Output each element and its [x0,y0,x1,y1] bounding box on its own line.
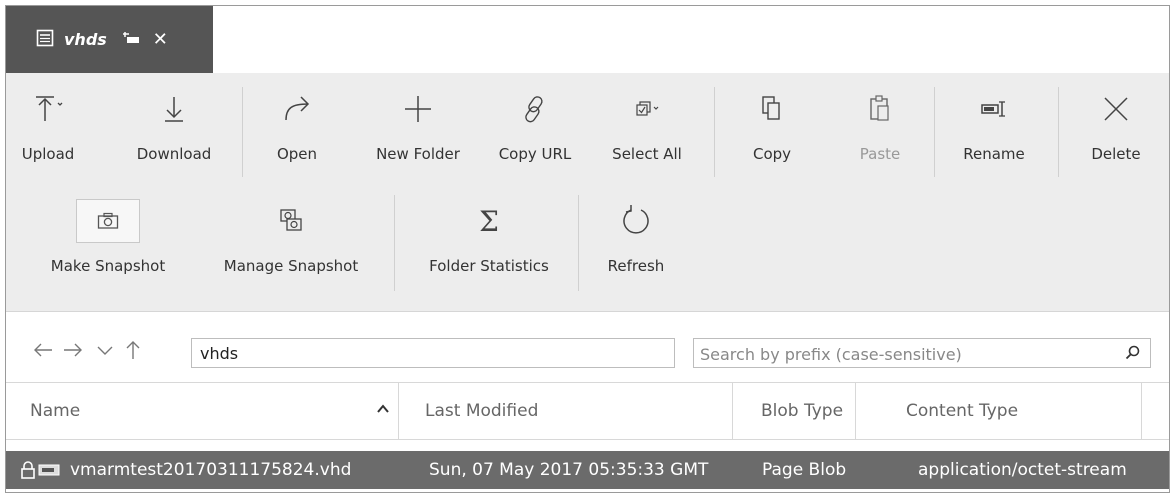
table-row[interactable]: vmarmtest20170311175824.vhd Sun, 07 May … [6,451,1169,489]
search-box[interactable] [693,338,1151,369]
refresh-icon [619,199,653,243]
copy-url-button[interactable]: Copy URL [490,87,580,163]
manage-snapshot-label: Manage Snapshot [223,257,359,275]
make-snapshot-button[interactable]: Make Snapshot [38,199,178,275]
tab-vhds[interactable]: vhds ✕ [6,6,213,73]
rename-button[interactable]: Rename [956,87,1032,163]
refresh-button[interactable]: Refresh [598,199,674,275]
download-icon [159,87,189,131]
close-tab-icon[interactable]: ✕ [153,29,168,50]
blob-name: vmarmtest20170311175824.vhd [70,460,352,480]
column-header-name[interactable]: Name [6,383,398,439]
blob-last-modified: Sun, 07 May 2017 05:35:33 GMT [429,460,709,480]
manage-snapshot-icon [276,199,306,243]
ribbon-separator [714,87,715,177]
blob-content-type: application/octet-stream [918,460,1127,480]
delete-x-icon [1101,87,1131,131]
copy-url-label: Copy URL [498,145,572,163]
tab-strip: vhds ✕ [6,6,1169,73]
column-header-last-modified[interactable]: Last Modified [399,383,732,439]
up-arrow-icon[interactable] [122,338,144,366]
ribbon-toolbar: Upload Download Open New Folder Copy URL… [6,73,1169,312]
open-label: Open [276,145,318,163]
download-label: Download [136,145,212,163]
forward-arrow-icon[interactable] [62,338,84,366]
folder-statistics-button[interactable]: Σ Folder Statistics [414,199,564,276]
column-header-content-type[interactable]: Content Type [856,383,1141,439]
open-arrow-icon [280,87,314,131]
storage-explorer-window: vhds ✕ Upload Download Open New Folder C… [5,5,1170,493]
camera-icon [76,199,140,243]
link-icon [520,87,550,131]
address-bar [6,312,1169,382]
select-all-button[interactable]: Select All [602,87,692,163]
tab-title: vhds [64,30,107,49]
rename-label: Rename [963,145,1025,163]
delete-button[interactable]: Delete [1086,87,1146,163]
ribbon-separator [394,195,395,291]
download-button[interactable]: Download [124,87,224,163]
select-all-icon [632,87,662,131]
paste-icon [867,87,893,131]
copy-button[interactable]: Copy [746,87,798,163]
container-icon [36,29,54,51]
sigma-icon: Σ [479,204,499,238]
column-divider[interactable] [1141,383,1142,439]
disk-icon [38,451,60,489]
ribbon-separator [1058,87,1059,177]
sort-ascending-icon[interactable] [376,401,390,420]
search-input[interactable] [694,339,1126,369]
upload-label: Upload [21,145,75,163]
pin-icon[interactable] [121,30,143,49]
upload-button[interactable]: Upload [18,87,78,163]
chevron-down-icon[interactable] [94,338,116,366]
ribbon-separator [242,87,243,177]
copy-label: Copy [752,145,792,163]
back-arrow-icon[interactable] [32,338,54,366]
ribbon-separator [934,87,935,177]
upload-icon [28,87,68,131]
blob-grid-header: Name Last Modified Blob Type Content Typ… [6,382,1169,440]
blob-type: Page Blob [762,460,847,480]
folder-statistics-label: Folder Statistics [429,257,549,275]
lock-icon [20,451,36,489]
search-icon[interactable] [1124,344,1142,366]
select-all-label: Select All [612,145,682,163]
delete-label: Delete [1091,145,1141,163]
copy-icon [759,87,785,131]
make-snapshot-label: Make Snapshot [50,257,166,275]
manage-snapshot-button[interactable]: Manage Snapshot [206,199,376,275]
plus-icon [402,87,434,131]
new-folder-button[interactable]: New Folder [364,87,472,163]
refresh-label: Refresh [607,257,665,275]
paste-button[interactable]: Paste [854,87,906,163]
path-input[interactable] [191,338,675,368]
rename-icon [979,87,1009,131]
new-folder-label: New Folder [376,145,460,163]
open-button[interactable]: Open [272,87,322,163]
column-header-blob-type[interactable]: Blob Type [733,383,855,439]
paste-label: Paste [859,145,901,163]
ribbon-separator [578,195,579,291]
